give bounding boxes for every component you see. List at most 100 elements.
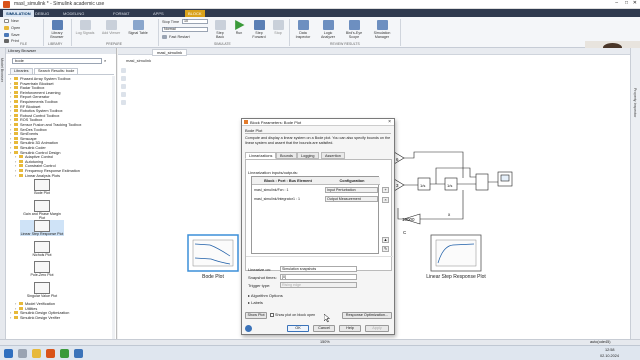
tree-item[interactable]: › Report Generator xyxy=(10,95,50,99)
apply-button[interactable]: Apply xyxy=(365,325,389,332)
tree-scrollbar[interactable] xyxy=(112,76,115,342)
algorithm-options-expander[interactable]: ▸ Algorithm Options xyxy=(248,293,283,298)
stop-button[interactable]: Stop xyxy=(271,20,285,35)
io-label: Linearization inputs/outputs: xyxy=(248,170,298,175)
tab-simulation[interactable]: SIMULATION xyxy=(3,10,34,17)
print-button[interactable]: Print xyxy=(4,39,19,43)
save-button[interactable]: Save xyxy=(4,33,20,37)
app-taskbar-icon[interactable] xyxy=(74,349,83,358)
tree-item[interactable]: › Simulink Design Verifier xyxy=(10,316,60,320)
property-inspector-strip[interactable]: Property Inspector xyxy=(630,48,640,344)
tab-apps[interactable]: APPS xyxy=(150,10,167,17)
labels-expander[interactable]: ▸ Labels xyxy=(248,300,263,305)
tree-item[interactable]: › Simulink Design Optimization xyxy=(10,311,69,315)
new-button[interactable]: New xyxy=(4,19,19,23)
library-block-item[interactable]: Singular Value Plot xyxy=(20,281,64,298)
search-taskbar-icon[interactable] xyxy=(18,349,27,358)
show-on-open-checkbox[interactable]: Show plot on block open xyxy=(270,313,315,317)
library-block-item[interactable]: Linear Step Response Plot xyxy=(20,220,64,237)
tree-item[interactable]: › Model Verification xyxy=(15,302,55,306)
search-icon[interactable]: ⌕ xyxy=(104,58,106,63)
tree-item[interactable]: › Simulink Control Design xyxy=(10,150,61,155)
tree-item[interactable]: › Robust Control Toolbox xyxy=(10,113,59,118)
library-block-item[interactable]: Bode Plot xyxy=(20,179,64,195)
matlab-taskbar-icon[interactable] xyxy=(46,349,55,358)
tree-item[interactable]: › Autotuning xyxy=(15,159,43,164)
tree-item[interactable]: › Simulink Coder xyxy=(10,146,46,150)
birds-eye-scope-button[interactable]: Bird's-Eye Scope xyxy=(343,20,365,39)
tree-item[interactable]: › Reinforcement Learning xyxy=(10,90,61,95)
row-1-block[interactable]: masl_simulink/Fcn : 1 xyxy=(254,186,289,194)
open-button[interactable]: Open xyxy=(4,26,20,30)
tab-debug[interactable]: DEBUG xyxy=(32,10,52,17)
library-browser-button[interactable]: Library Browser xyxy=(46,20,68,39)
add-io-button[interactable]: + xyxy=(382,187,389,193)
tree-item[interactable]: › Sensor Fusion and Tracking Toolbox xyxy=(10,123,81,127)
tab-assertion[interactable]: Assertion xyxy=(321,152,345,159)
windows-start-icon[interactable] xyxy=(4,349,13,358)
tree-item[interactable]: › Simulink 3D Animation xyxy=(10,141,58,145)
tree-item[interactable]: › ROS Toolbox xyxy=(10,118,42,122)
linearize-on-select[interactable]: Simulation snapshots xyxy=(280,266,357,272)
tab-linearizations[interactable]: Linearizations xyxy=(245,152,277,159)
ok-button[interactable]: OK xyxy=(287,325,309,332)
row-2-config-select[interactable]: Output Measurement xyxy=(325,196,378,202)
library-block-item[interactable]: Pole-Zero Plot xyxy=(20,261,64,277)
help-button[interactable]: Help xyxy=(339,325,361,332)
row-1-config-select[interactable]: Input Perturbation xyxy=(325,187,378,193)
solver-status[interactable]: auto(ode45) xyxy=(590,340,610,344)
tree-item[interactable]: › Robotics System Toolbox xyxy=(10,109,63,113)
tree-item[interactable]: › Frequency Response Estimation xyxy=(15,169,80,173)
tree-item[interactable]: › Constraint Control xyxy=(15,164,56,168)
step-response-block[interactable] xyxy=(430,234,482,272)
step-back-button[interactable]: Step Back xyxy=(212,20,228,39)
remove-io-button[interactable]: × xyxy=(382,197,389,203)
minimize-icon[interactable]: – xyxy=(615,0,618,6)
tree-item[interactable]: › SerDes Toolbox xyxy=(10,127,47,132)
simulation-manager-button[interactable]: Simulation Manager xyxy=(368,20,396,39)
add-viewer-button[interactable]: Add Viewer xyxy=(100,20,122,35)
fast-restart-toggle[interactable]: Fast Restart xyxy=(162,35,190,39)
tree-item[interactable]: › Linear Analysis Plots xyxy=(15,173,60,178)
mux-block[interactable] xyxy=(475,173,489,191)
tree-item[interactable]: › Simscape xyxy=(10,136,37,141)
logic-analyzer-button[interactable]: Logic Analyzer xyxy=(318,20,338,39)
tab-block[interactable]: BLOCK xyxy=(185,10,205,17)
tree-item[interactable]: › RF Blockset xyxy=(10,104,40,109)
data-inspector-button[interactable]: Data Inspector xyxy=(293,20,313,39)
tab-logging[interactable]: Logging xyxy=(297,152,319,159)
file-explorer-icon[interactable] xyxy=(32,349,41,358)
help-info-icon[interactable] xyxy=(245,325,252,332)
library-search-input[interactable]: bode xyxy=(12,58,102,64)
stop-time-input[interactable]: 10 xyxy=(182,19,208,24)
maximize-icon[interactable]: □ xyxy=(625,0,628,6)
step-forward-button[interactable]: Step Forward xyxy=(250,20,268,39)
signal-table-button[interactable]: Signal Table xyxy=(127,20,149,35)
close-icon[interactable]: ✕ xyxy=(633,0,637,6)
library-block-item[interactable]: Gain and Phase Margin Plot xyxy=(20,199,64,220)
tab-format[interactable]: FORMAT xyxy=(110,10,133,17)
tab-modeling[interactable]: MODELING xyxy=(60,10,87,17)
log-signals-button[interactable]: Log Signals xyxy=(74,20,96,35)
run-button[interactable]: Run xyxy=(231,20,247,35)
edit-io-button[interactable]: ✎ xyxy=(382,246,389,252)
tree-item[interactable]: › Utilities xyxy=(15,306,37,311)
snapshot-times-input[interactable]: [0] xyxy=(280,274,357,280)
tree-item[interactable]: › Phased Array System Toolbox xyxy=(10,77,71,81)
cancel-button[interactable]: Cancel xyxy=(313,325,335,332)
simulation-mode-select[interactable]: Normal xyxy=(162,27,208,32)
dialog-close-icon[interactable]: × xyxy=(388,119,391,126)
tree-item[interactable]: › Powertrain Blockset xyxy=(10,81,54,86)
row-2-block[interactable]: masl_simulink/Integrator1 : 1 xyxy=(254,195,300,203)
library-block-item[interactable]: Nichols Plot xyxy=(20,240,64,257)
tree-item[interactable]: › SimEvents xyxy=(10,132,38,136)
show-plot-button[interactable]: Show Plot xyxy=(245,312,267,319)
tree-item[interactable]: › Radar Toolbox xyxy=(10,86,44,90)
browser-taskbar-icon[interactable] xyxy=(60,349,69,358)
tree-item[interactable]: › Adaptive Control xyxy=(15,155,53,159)
tree-item[interactable]: › Requirements Toolbox xyxy=(10,100,58,104)
tab-bounds[interactable]: Bounds xyxy=(276,152,297,159)
highlight-io-button[interactable]: ▲ xyxy=(382,237,389,243)
bode-plot-block[interactable] xyxy=(187,234,239,272)
response-optimization-button[interactable]: Response Optimization... xyxy=(342,312,392,319)
